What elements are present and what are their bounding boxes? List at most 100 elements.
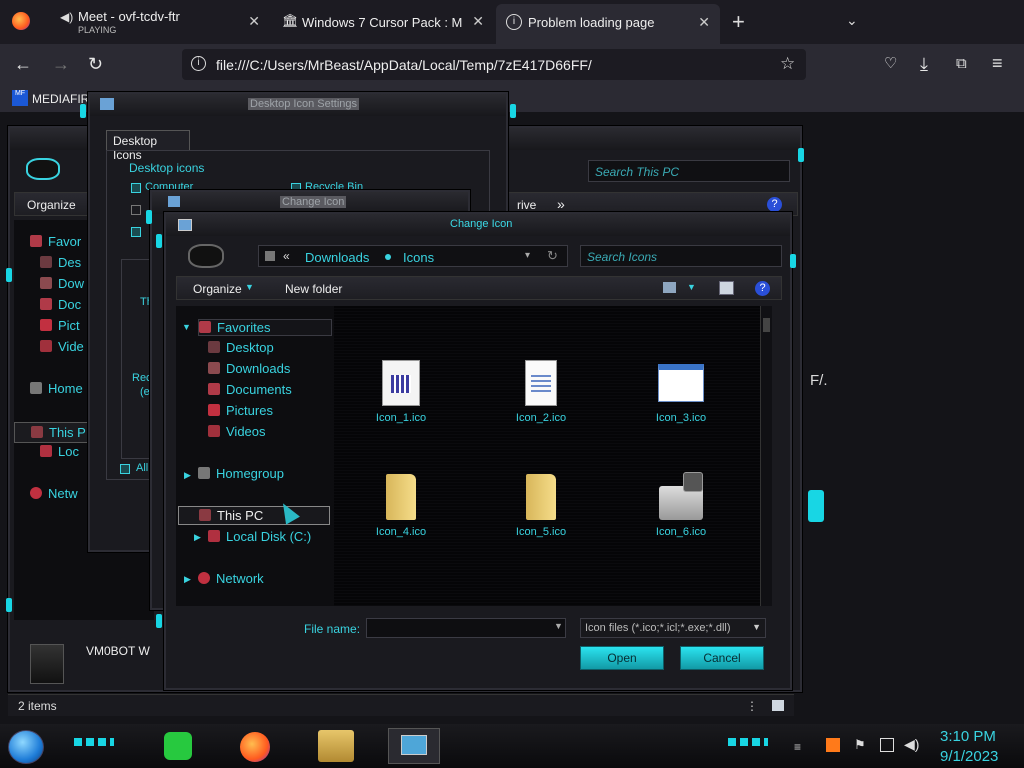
url-bar[interactable]: i file:///C:/Users/MrBeast/AppData/Local… [182,49,806,80]
cancel-button[interactable]: Cancel [680,646,764,670]
tab-cursor-pack[interactable]: 🏛 Windows 7 Cursor Pack : Micro ✕ [272,0,494,44]
help-icon[interactable]: ? [767,197,782,212]
nav-videos[interactable]: Videos [208,424,266,439]
chevron-down-icon[interactable]: ▼ [687,282,696,292]
nav-orb-icon[interactable] [188,244,224,268]
url-text[interactable]: file:///C:/Users/MrBeast/AppData/Local/T… [216,57,592,73]
nav-homegroup[interactable]: Homegroup [198,466,284,481]
tray-volume-icon[interactable]: ◀) [904,736,919,753]
speaker-icon[interactable]: ◀) [60,10,73,24]
mediafire-icon[interactable]: MF [12,90,28,106]
extensions-icon[interactable]: ⧉ [956,54,967,74]
search-box[interactable]: Search This PC [588,160,790,182]
checkbox-computer[interactable] [131,183,141,193]
network-icon [30,487,42,499]
tray-network-icon[interactable] [880,738,894,752]
taskbar-app-notes-icon[interactable] [164,732,192,760]
clock-time[interactable]: 3:10 PM [940,728,996,745]
file-name-input[interactable] [366,618,566,638]
file-item[interactable]: Icon_4.ico [356,474,446,538]
pocket-icon[interactable]: ♡ [884,54,897,74]
nav-favorites[interactable]: Favorites [198,319,332,336]
nav-desktop[interactable]: Des [40,255,81,270]
breadcrumb-icons[interactable]: Icons [403,250,434,265]
file-item[interactable]: Icon_6.ico [636,472,726,538]
new-tab-button[interactable]: + [732,9,745,35]
nav-network[interactable]: Network [198,571,264,586]
scrollbar[interactable] [760,306,772,606]
file-item[interactable]: Icon_1.ico [356,360,446,424]
nav-downloads[interactable]: Downloads [208,361,290,376]
details-view-icon[interactable]: ⋮ [746,699,758,713]
tray-flag-icon[interactable]: ⚑ [854,737,866,753]
tiles-view-icon[interactable] [772,700,784,711]
nav-network[interactable]: Netw [30,486,78,501]
chevron-down-icon[interactable]: ▼ [554,621,563,631]
star-icon[interactable]: ☆ [780,54,795,74]
expand-arrow-icon[interactable]: ▶ [194,532,201,543]
breadcrumb-overflow[interactable]: « [283,249,290,263]
nav-orb-icon[interactable] [26,158,60,180]
nav-local-disk[interactable]: Loc [40,444,79,459]
forward-arrow-icon[interactable]: → [52,54,70,74]
tab-meet[interactable]: ◀) Meet - ovf-tcdv-ftr PLAYING ✕ [44,0,270,44]
file-item[interactable]: Icon_5.ico [496,474,586,538]
tray-chevron-icon[interactable]: ≡ [794,740,801,754]
info-icon[interactable]: i [191,56,206,71]
download-icon[interactable]: ⤓ [920,54,928,74]
close-icon[interactable]: ✕ [472,13,484,30]
more-button[interactable]: » [557,196,565,212]
organize-button[interactable]: Organize [27,198,76,212]
nav-documents[interactable]: Documents [208,382,292,397]
nav-pictures[interactable]: Pict [40,318,80,333]
expand-arrow-icon[interactable]: ▶ [184,574,191,585]
expand-arrow-icon[interactable]: ▶ [184,470,191,481]
nav-documents[interactable]: Doc [40,297,81,312]
taskbar-app-explorer-icon[interactable] [318,730,354,762]
tab-desktop-icons[interactable]: Desktop Icons [106,130,190,162]
new-folder-button[interactable]: New folder [285,282,342,296]
nav-pictures[interactable]: Pictures [208,403,273,418]
taskbar-app-control-panel-icon[interactable] [388,728,440,764]
search-icons-box[interactable]: Search Icons [580,245,782,267]
scrollbar-thumb[interactable] [763,318,770,332]
reload-icon[interactable]: ↻ [88,54,103,74]
page-cyan-button[interactable] [808,490,824,522]
view-icon[interactable] [663,282,676,293]
open-button[interactable]: Open [580,646,664,670]
checkbox-unchecked[interactable] [131,205,141,215]
preview-pane-icon[interactable] [719,281,734,295]
tray-app-icon[interactable] [826,738,840,752]
menu-icon[interactable]: ≡ [992,53,1003,73]
nav-videos[interactable]: Vide [40,339,84,354]
chevron-down-icon[interactable]: ⌄ [846,12,858,29]
checkbox-checked[interactable] [131,227,141,237]
file-type-select[interactable]: Icon files (*.ico;*.icl;*.exe;*.dll) ▼ [580,618,766,638]
checkbox-allow-themes[interactable] [120,464,130,474]
drive-button[interactable]: rive [517,198,536,212]
close-icon[interactable]: ✕ [248,13,260,30]
nav-homegroup[interactable]: Home [30,381,83,396]
refresh-icon[interactable]: ↻ [547,248,558,264]
help-icon[interactable]: ? [755,281,770,296]
nav-downloads[interactable]: Dow [40,276,84,291]
nav-desktop[interactable]: Desktop [208,340,274,355]
expand-arrow-icon[interactable]: ▼ [182,322,191,332]
file-item[interactable]: Icon_2.ico [496,360,586,424]
back-arrow-icon[interactable]: ← [14,54,32,74]
start-button[interactable] [8,730,44,764]
chevron-down-icon[interactable]: ▾ [525,250,530,261]
file-item[interactable]: Icon_3.ico [636,360,726,424]
tab-problem-loading[interactable]: i Problem loading page ✕ [496,4,720,44]
firefox-icon[interactable] [12,12,30,30]
nav-local-disk[interactable]: Local Disk (C:) [208,529,311,544]
taskbar-app-firefox-icon[interactable] [240,732,270,762]
organize-button[interactable]: Organize [193,282,242,296]
chevron-down-icon[interactable]: ▼ [245,282,254,292]
breadcrumb-downloads[interactable]: Downloads [305,250,369,265]
breadcrumb[interactable]: « Downloads Icons ▾ ↻ [258,245,568,267]
clock-date[interactable]: 9/1/2023 [940,748,998,765]
nav-this-pc[interactable]: This PC [178,506,330,525]
close-icon[interactable]: ✕ [698,14,710,31]
nav-favorites[interactable]: Favor [30,234,81,249]
